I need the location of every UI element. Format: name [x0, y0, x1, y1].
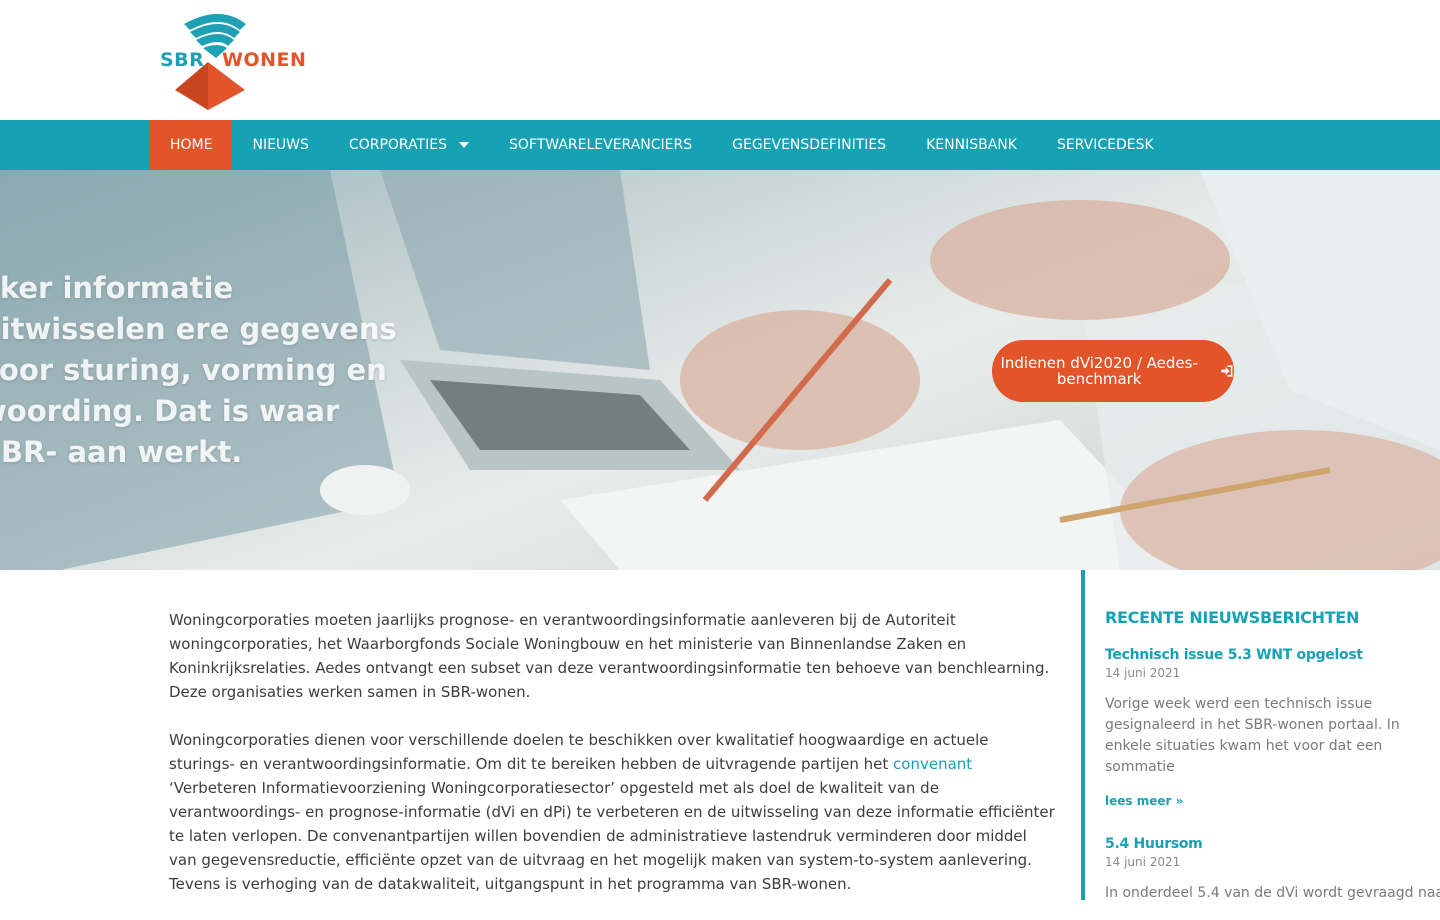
nav-label: CORPORATIES — [348, 137, 447, 153]
convenant-paragraph: Woningcorporaties dienen voor verschille… — [169, 728, 1059, 896]
news-post-excerpt: In onderdeel 5.4 van de dVi wordt gevraa… — [1105, 885, 1440, 901]
nav-item-servicedesk[interactable]: SERVICEDESK — [1037, 120, 1174, 170]
news-post: 5.4 Huursom 14 juni 2021 In onderdeel 5.… — [1105, 836, 1440, 904]
indienen-dvi-label: Indienen dVi2020 / Aedes-benchmark — [1000, 354, 1198, 388]
logo-text-sbr: SBR — [160, 49, 205, 71]
hero-banner: ijker informatie uitwisselen ere gegeven… — [0, 170, 1440, 570]
news-post-title[interactable]: Technisch issue 5.3 WNT opgelost — [1105, 647, 1440, 663]
sbr-wonen-logo[interactable]: SBR WONEN — [160, 10, 306, 110]
main-content: Woningcorporaties moeten jaarlijks progn… — [169, 608, 1059, 920]
indienen-dvi-button[interactable]: Indienen dVi2020 / Aedes-benchmark — [992, 340, 1234, 402]
nav-item-home[interactable]: HOME — [150, 120, 233, 170]
nav-label: NIEUWS — [252, 137, 309, 153]
convenant-link[interactable]: convenant — [893, 755, 972, 773]
paragraph-text: Woningcorporaties dienen voor verschille… — [169, 731, 989, 773]
paragraph-text: ‘Verbeteren Informatievoorziening Woning… — [169, 779, 1055, 893]
news-post-title[interactable]: 5.4 Huursom — [1105, 836, 1440, 852]
news-post-date: 14 juni 2021 — [1105, 666, 1181, 680]
nav-list: HOME NIEUWS CORPORATIES SOFTWARELEVERANC… — [150, 120, 1174, 170]
nav-item-softwareleveranciers[interactable]: SOFTWARELEVERANCIERS — [489, 120, 712, 170]
sidebar-title: RECENTE NIEUWSBERICHTEN — [1105, 608, 1360, 627]
news-post-excerpt: Vorige week werd een technisch issue ges… — [1105, 696, 1400, 775]
caret-down-icon — [458, 142, 469, 148]
news-post-date: 14 juni 2021 — [1105, 855, 1181, 869]
nav-label: HOME — [170, 137, 213, 153]
logo-text-wonen: WONEN — [222, 49, 307, 71]
nav-item-kennisbank[interactable]: KENNISBANK — [906, 120, 1037, 170]
nav-label: SERVICEDESK — [1056, 137, 1154, 153]
nav-item-corporaties[interactable]: CORPORATIES — [329, 120, 489, 170]
nav-label: GEGEVENSDEFINITIES — [732, 137, 887, 153]
nav-item-gegevensdefinities[interactable]: GEGEVENSDEFINITIES — [712, 120, 906, 170]
main-navigation: HOME NIEUWS CORPORATIES SOFTWARELEVERANC… — [0, 120, 1440, 170]
hero-headline: ijker informatie uitwisselen ere gegeven… — [0, 271, 397, 469]
nav-label: KENNISBANK — [926, 137, 1017, 153]
recent-news-sidebar: RECENTE NIEUWSBERICHTEN Technisch issue … — [1081, 570, 1440, 901]
news-post: Technisch issue 5.3 WNT opgelost 14 juni… — [1105, 647, 1440, 808]
nav-label: SOFTWARELEVERANCIERS — [508, 137, 693, 153]
site-header: SBR WONEN — [0, 0, 1440, 120]
read-more-link[interactable]: lees meer » — [1105, 794, 1440, 808]
sign-in-icon — [1221, 365, 1233, 377]
nav-item-nieuws[interactable]: NIEUWS — [232, 120, 328, 170]
intro-paragraph: Woningcorporaties moeten jaarlijks progn… — [169, 611, 1050, 701]
